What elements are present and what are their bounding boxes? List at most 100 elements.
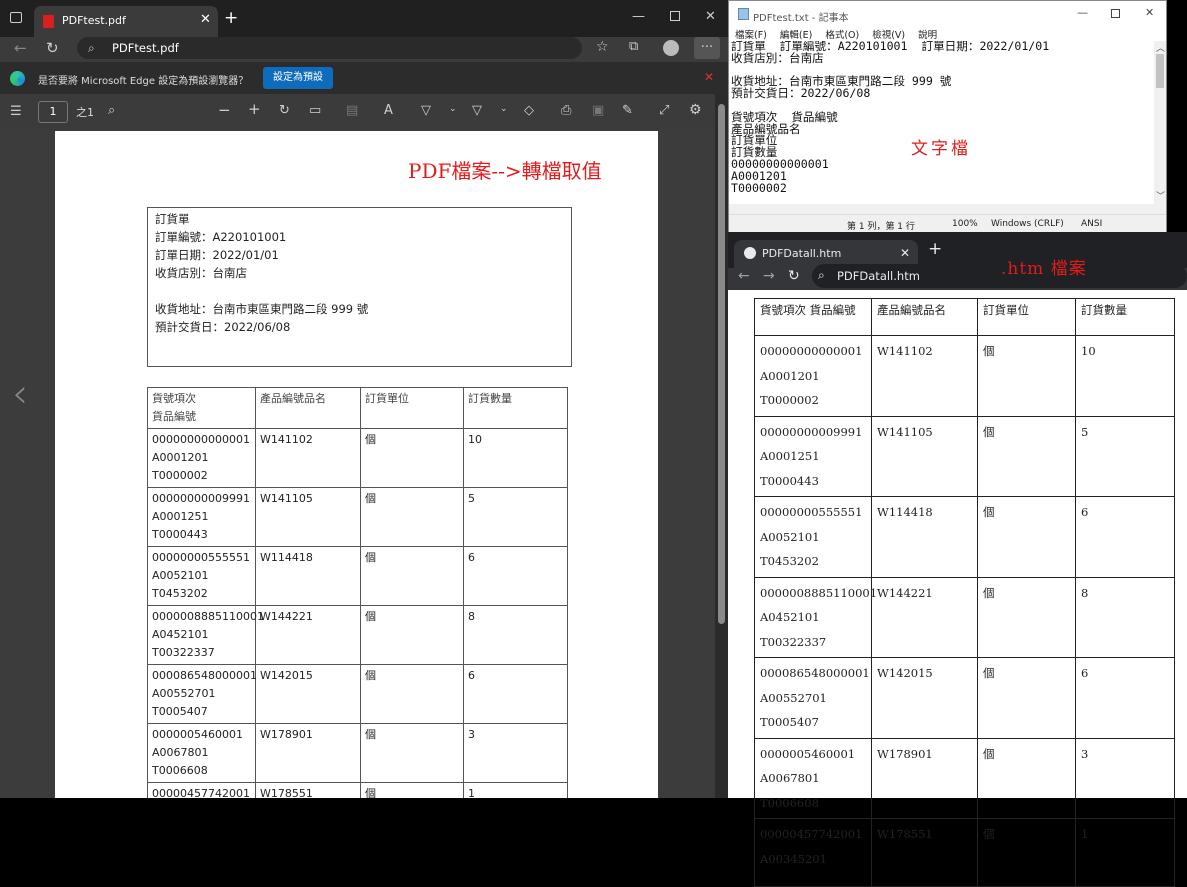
fit-page-icon[interactable]: ▭	[309, 104, 321, 117]
notepad-maximize-icon[interactable]	[1111, 9, 1120, 18]
chrome-forward-icon[interactable]: →	[763, 268, 775, 284]
chrome-search-icon: ⌕	[818, 268, 825, 282]
more-icon[interactable]: ···	[694, 37, 720, 59]
notepad-menu-item[interactable]: 編輯(E)	[780, 27, 812, 41]
fullscreen-icon[interactable]: ⤢	[659, 104, 669, 117]
htm-item-item: 00000000000001	[760, 344, 863, 358]
htm-unit-cell: 個	[977, 737, 1076, 819]
notepad-menu-item[interactable]: 說明	[918, 27, 937, 41]
unit-cell: 個	[360, 782, 464, 798]
qty-cell: 3	[463, 723, 568, 783]
htm-item-ref: T0000002	[760, 393, 819, 407]
htm-qty-cell: 6	[1075, 657, 1175, 739]
scroll-up-icon[interactable]: ︿	[1156, 41, 1165, 54]
chrome-back-icon[interactable]: ←	[738, 268, 750, 284]
htm-unit-cell: 個	[977, 335, 1076, 417]
notepad-annotation: 文字檔	[911, 139, 971, 159]
url-field[interactable]: ⌕ PDFtest.pdf	[77, 37, 582, 59]
zoom-in-icon[interactable]: +	[248, 102, 261, 117]
chrome-close-tab-icon[interactable]: ✕	[900, 246, 910, 260]
highlight-dropdown-icon[interactable]: ⌄	[500, 105, 508, 114]
notepad-hscrollbar[interactable]	[729, 204, 1166, 214]
htm-item-code: A0001201	[760, 368, 820, 383]
page-view-icon[interactable]: ▤	[346, 104, 358, 117]
eraser-icon[interactable]: ◇	[524, 104, 534, 117]
refresh-icon[interactable]: ↻	[46, 41, 59, 56]
htm-product-cell: W178551	[871, 818, 978, 887]
notepad-text-area[interactable]: 訂貨單 訂單編號：A220101001 訂單日期：2022/01/01 收貨店別：…	[731, 41, 1155, 203]
htm-product-cell: W142015	[871, 657, 978, 739]
tab-pdftest[interactable]: PDFtest.pdf ✕	[34, 6, 218, 37]
back-icon[interactable]: ←	[14, 41, 27, 56]
table-row: 000086548000001 A00552701 T0005407 W142015 個…	[147, 664, 568, 724]
table-row: 0000008885110001 A0452101 T00322337 W144221…	[147, 605, 568, 665]
edge-address-bar: ← ↻ ⌕ PDFtest.pdf ☆ ⧉ ···	[0, 37, 728, 62]
notepad-close-icon[interactable]: ✕	[1145, 6, 1154, 19]
page-total: 之1	[76, 106, 94, 119]
notepad-menu-item[interactable]: 檔案(F)	[735, 27, 767, 41]
rotate-icon[interactable]: ↻	[279, 104, 290, 117]
table-header-row: 貨號項次 貨品編號 產品編號品名 訂貨單位 訂貨數量	[147, 387, 568, 429]
htm-item-ref: T0006608	[760, 795, 819, 810]
highlight-icon[interactable]: ▽	[472, 104, 482, 117]
htm-item-code: A0452101	[760, 610, 820, 624]
contents-icon[interactable]: ☰	[10, 105, 22, 118]
edge-tab-bar: PDFtest.pdf ✕ + — ✕	[0, 0, 728, 37]
htm-table-row: 000086548000001 A00552701 T0005407 W142015 個…	[754, 657, 1175, 739]
save-icon[interactable]: ▣	[592, 104, 604, 117]
print-icon[interactable]: ⎙	[561, 104, 571, 117]
notepad-minimize-icon[interactable]: —	[1077, 6, 1088, 19]
order-header-line: 訂單編號：A220101001	[155, 230, 287, 244]
favorites-icon[interactable]: ☆	[596, 40, 609, 54]
status-encoding: ANSI	[1081, 219, 1103, 229]
minimize-icon[interactable]: —	[632, 10, 645, 23]
notepad-title: PDFtest.txt - 記事本	[753, 13, 849, 24]
page-number-input[interactable]: 1	[38, 101, 68, 123]
scrollbar[interactable]	[715, 94, 728, 798]
htm-product-cell: W141105	[871, 415, 978, 497]
close-window-icon[interactable]: ✕	[705, 10, 716, 23]
notepad-line: A0001201	[731, 168, 787, 183]
item-code: A0067801	[152, 746, 209, 759]
draw-icon[interactable]: ▽	[421, 104, 431, 117]
infobar-message: 是否要將 Microsoft Edge 設定為預設瀏覽器？	[38, 76, 249, 87]
chrome-omnibox[interactable]: ⌕ PDFDatall.htm	[812, 264, 1187, 288]
collections-icon[interactable]: ⧉	[629, 40, 638, 53]
read-aloud-icon[interactable]: A	[384, 104, 393, 117]
chrome-new-tab-icon[interactable]: +	[928, 239, 942, 259]
notepad-scrollbar[interactable]: ︿ ﹀	[1154, 41, 1166, 204]
infobar-close-icon[interactable]: ✕	[704, 70, 714, 84]
htm-item-code: A0001251	[760, 449, 820, 463]
pdf-order-table: 貨號項次 貨品編號 產品編號品名 訂貨單位 訂貨數量 00000000000001 A0…	[147, 387, 568, 798]
unit-cell: 個	[360, 487, 464, 547]
settings-gear-icon[interactable]: ⚙	[689, 103, 702, 117]
htm-product-cell: W141102	[871, 335, 978, 417]
edge-logo-icon	[10, 71, 25, 86]
notepad-menu-item[interactable]: 檢視(V)	[872, 27, 905, 41]
unit-cell: 個	[360, 605, 464, 665]
chrome-reload-icon[interactable]: ↻	[788, 268, 800, 284]
draw-dropdown-icon[interactable]: ⌄	[449, 105, 457, 114]
notepad-scrollbar-thumb[interactable]	[1156, 54, 1164, 88]
htm-table-row: 0000008885110001 A0452101 T00322337 W144221…	[754, 576, 1175, 658]
chrome-url-text: PDFDatall.htm	[837, 269, 920, 283]
save-as-icon[interactable]: ✎	[622, 104, 633, 117]
htm-product-cell: W178901	[871, 737, 978, 819]
set-default-button[interactable]: 設定為預設	[263, 67, 333, 89]
find-icon[interactable]: ⌕	[108, 104, 115, 117]
avatar[interactable]	[663, 40, 679, 56]
tab-actions-icon[interactable]	[10, 12, 22, 23]
table-row: 00000000000001 A0001201 T0000002 W141102 個 10	[147, 428, 568, 488]
htm-header-row: 貨號項次 貨品編號 產品編號品名 訂貨單位 訂貨數量	[754, 298, 1175, 336]
previous-page-chevron-icon[interactable]: ‹	[12, 374, 28, 414]
close-tab-icon[interactable]: ✕	[200, 13, 211, 26]
new-tab-icon[interactable]: +	[224, 10, 238, 27]
scroll-down-icon[interactable]: ﹀	[1156, 189, 1165, 202]
maximize-icon[interactable]	[670, 11, 680, 21]
notepad-menu-item[interactable]: 格式(O)	[825, 27, 859, 41]
htm-item-cell: 00000457742001 A00345201	[754, 818, 872, 887]
htm-item-cell: 00000000555551 A0052101 T0453202	[754, 496, 872, 578]
zoom-out-icon[interactable]: −	[218, 103, 231, 118]
scrollbar-thumb[interactable]	[718, 104, 725, 624]
htm-item-item: 0000008885110001	[760, 585, 878, 600]
